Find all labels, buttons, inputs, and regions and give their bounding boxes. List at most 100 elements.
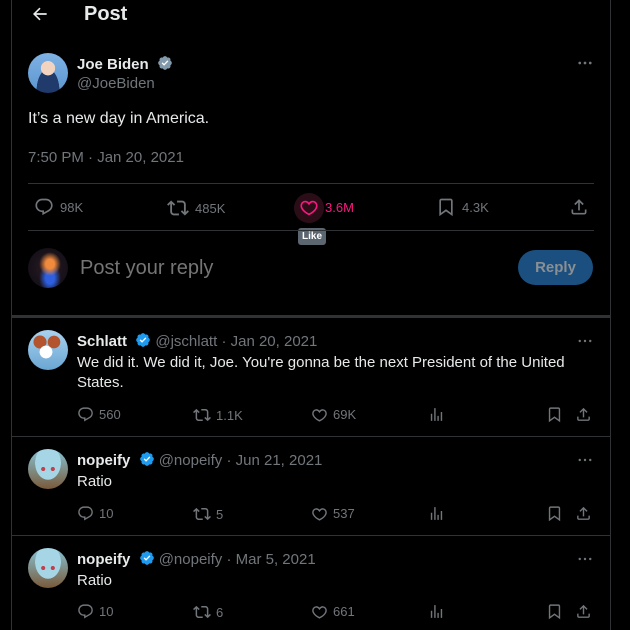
reply-header: nopeify @nopeify · Mar 5, 2021 — [77, 550, 316, 568]
verified-badge-icon — [139, 452, 154, 466]
reply-avatar[interactable] — [28, 330, 68, 370]
comment-icon — [35, 198, 53, 216]
like-action[interactable]: 537 — [311, 505, 355, 522]
reply-author-name[interactable]: Schlatt — [77, 333, 127, 350]
bookmark-icon — [548, 407, 561, 423]
repost-action[interactable]: 6 — [193, 603, 223, 621]
heart-icon — [312, 409, 327, 422]
reply-count: 10 — [99, 506, 114, 521]
author-name-row[interactable]: Joe Biden — [77, 55, 173, 73]
reply-count: 560 — [99, 407, 121, 422]
analytics-icon — [430, 408, 443, 421]
share-action[interactable] — [569, 197, 589, 217]
analytics-icon — [430, 605, 443, 618]
arrow-left-icon[interactable] — [30, 4, 50, 24]
reply-date[interactable]: · Jan 20, 2021 — [221, 333, 317, 350]
comment-icon — [78, 604, 93, 619]
bookmark-count: 4.3K — [462, 199, 489, 215]
reply-header: Schlatt @jschlatt · Jan 20, 2021 — [77, 332, 317, 350]
reply-author-handle[interactable]: @nopeify — [159, 452, 223, 469]
reply-count: 98K — [60, 199, 84, 215]
share-icon — [577, 604, 590, 618]
top-bar: Post — [12, 0, 610, 30]
share-action[interactable] — [575, 603, 592, 620]
repost-icon — [193, 408, 211, 422]
share-icon — [571, 199, 587, 215]
repost-icon — [193, 605, 211, 619]
reply-date[interactable]: · Jun 21, 2021 — [226, 452, 322, 469]
repost-count: 485K — [195, 200, 226, 216]
bookmark-action[interactable] — [546, 406, 563, 423]
repost-icon — [193, 507, 211, 521]
reply-text: We did it. We did it, Joe. You're gonna … — [77, 354, 565, 391]
divider — [28, 183, 594, 184]
views-action[interactable] — [428, 505, 445, 522]
reply-action[interactable]: 560 — [77, 406, 121, 423]
like-count: 69K — [333, 407, 357, 422]
comment-icon — [78, 407, 93, 422]
reply-action[interactable]: 10 — [77, 505, 113, 522]
author-handle[interactable]: @JoeBiden — [77, 75, 155, 92]
reply-text: Ratio — [77, 473, 113, 490]
bookmark-action[interactable] — [546, 603, 563, 620]
reply-author-handle[interactable]: @nopeify — [159, 551, 223, 568]
verified-badge-icon — [158, 56, 172, 70]
reply-date[interactable]: · Mar 5, 2021 — [226, 551, 315, 568]
reply-item[interactable]: nopeify @nopeify · Jun 21, 2021 Ratio 10… — [12, 437, 610, 535]
reply-action[interactable]: 98K — [34, 197, 83, 217]
post-timestamp[interactable]: 7:50 PM · Jan 20, 2021 — [28, 149, 184, 166]
author-avatar[interactable] — [28, 53, 68, 93]
more-options-icon[interactable] — [576, 451, 594, 469]
reply-input[interactable] — [78, 256, 502, 281]
like-action[interactable]: 3.6M — [299, 197, 354, 217]
author-name[interactable]: Joe Biden — [77, 56, 149, 73]
reply-text: Ratio — [77, 572, 113, 589]
like-count: 537 — [333, 506, 355, 521]
bookmark-icon — [548, 604, 561, 620]
heart-icon — [312, 606, 327, 619]
reply-avatar[interactable] — [28, 548, 68, 588]
share-action[interactable] — [575, 406, 592, 423]
post-text: It’s a new day in America. — [28, 110, 210, 127]
bookmark-action[interactable] — [546, 505, 563, 522]
reply-action[interactable]: 10 — [77, 603, 113, 620]
heart-icon — [312, 508, 327, 521]
verified-badge-icon — [136, 333, 151, 347]
reply-avatar[interactable] — [28, 449, 68, 489]
verified-badge-icon — [139, 551, 154, 565]
divider — [28, 230, 594, 231]
views-action[interactable] — [428, 406, 445, 423]
repost-count: 6 — [216, 604, 224, 620]
repost-action[interactable]: 485K — [167, 197, 225, 219]
more-options-icon[interactable] — [576, 550, 594, 568]
like-action[interactable]: 69K — [311, 406, 356, 423]
analytics-icon — [430, 507, 443, 520]
like-action[interactable]: 661 — [311, 603, 355, 620]
more-options-icon[interactable] — [576, 332, 594, 350]
page-title: Post — [84, 3, 128, 25]
like-count: 661 — [333, 604, 355, 619]
reply-author-name[interactable]: nopeify — [77, 551, 130, 568]
repost-action[interactable]: 5 — [193, 505, 223, 523]
reply-header: nopeify @nopeify · Jun 21, 2021 — [77, 451, 322, 469]
reply-item[interactable]: Schlatt @jschlatt · Jan 20, 2021 We did … — [12, 318, 610, 436]
repost-action[interactable]: 1.1K — [193, 406, 243, 424]
bookmark-icon — [548, 506, 561, 522]
reply-item[interactable]: nopeify @nopeify · Mar 5, 2021 Ratio 10 … — [12, 536, 610, 630]
reply-count: 10 — [99, 604, 114, 619]
reply-author-name[interactable]: nopeify — [77, 452, 130, 469]
post-column: Post Joe Biden @JoeBiden It’s a new day … — [11, 0, 611, 630]
like-count: 3.6M — [325, 199, 354, 215]
views-action[interactable] — [428, 603, 445, 620]
heart-icon — [300, 200, 318, 216]
more-options-icon[interactable] — [576, 54, 594, 72]
share-icon — [577, 407, 590, 421]
repost-count: 5 — [216, 506, 224, 522]
reply-button[interactable]: Reply — [518, 250, 593, 285]
user-avatar[interactable] — [28, 248, 68, 288]
bookmark-action[interactable]: 4.3K — [436, 197, 489, 217]
share-action[interactable] — [575, 505, 592, 522]
comment-icon — [78, 506, 93, 521]
repost-icon — [167, 200, 189, 216]
reply-author-handle[interactable]: @jschlatt — [155, 333, 217, 350]
